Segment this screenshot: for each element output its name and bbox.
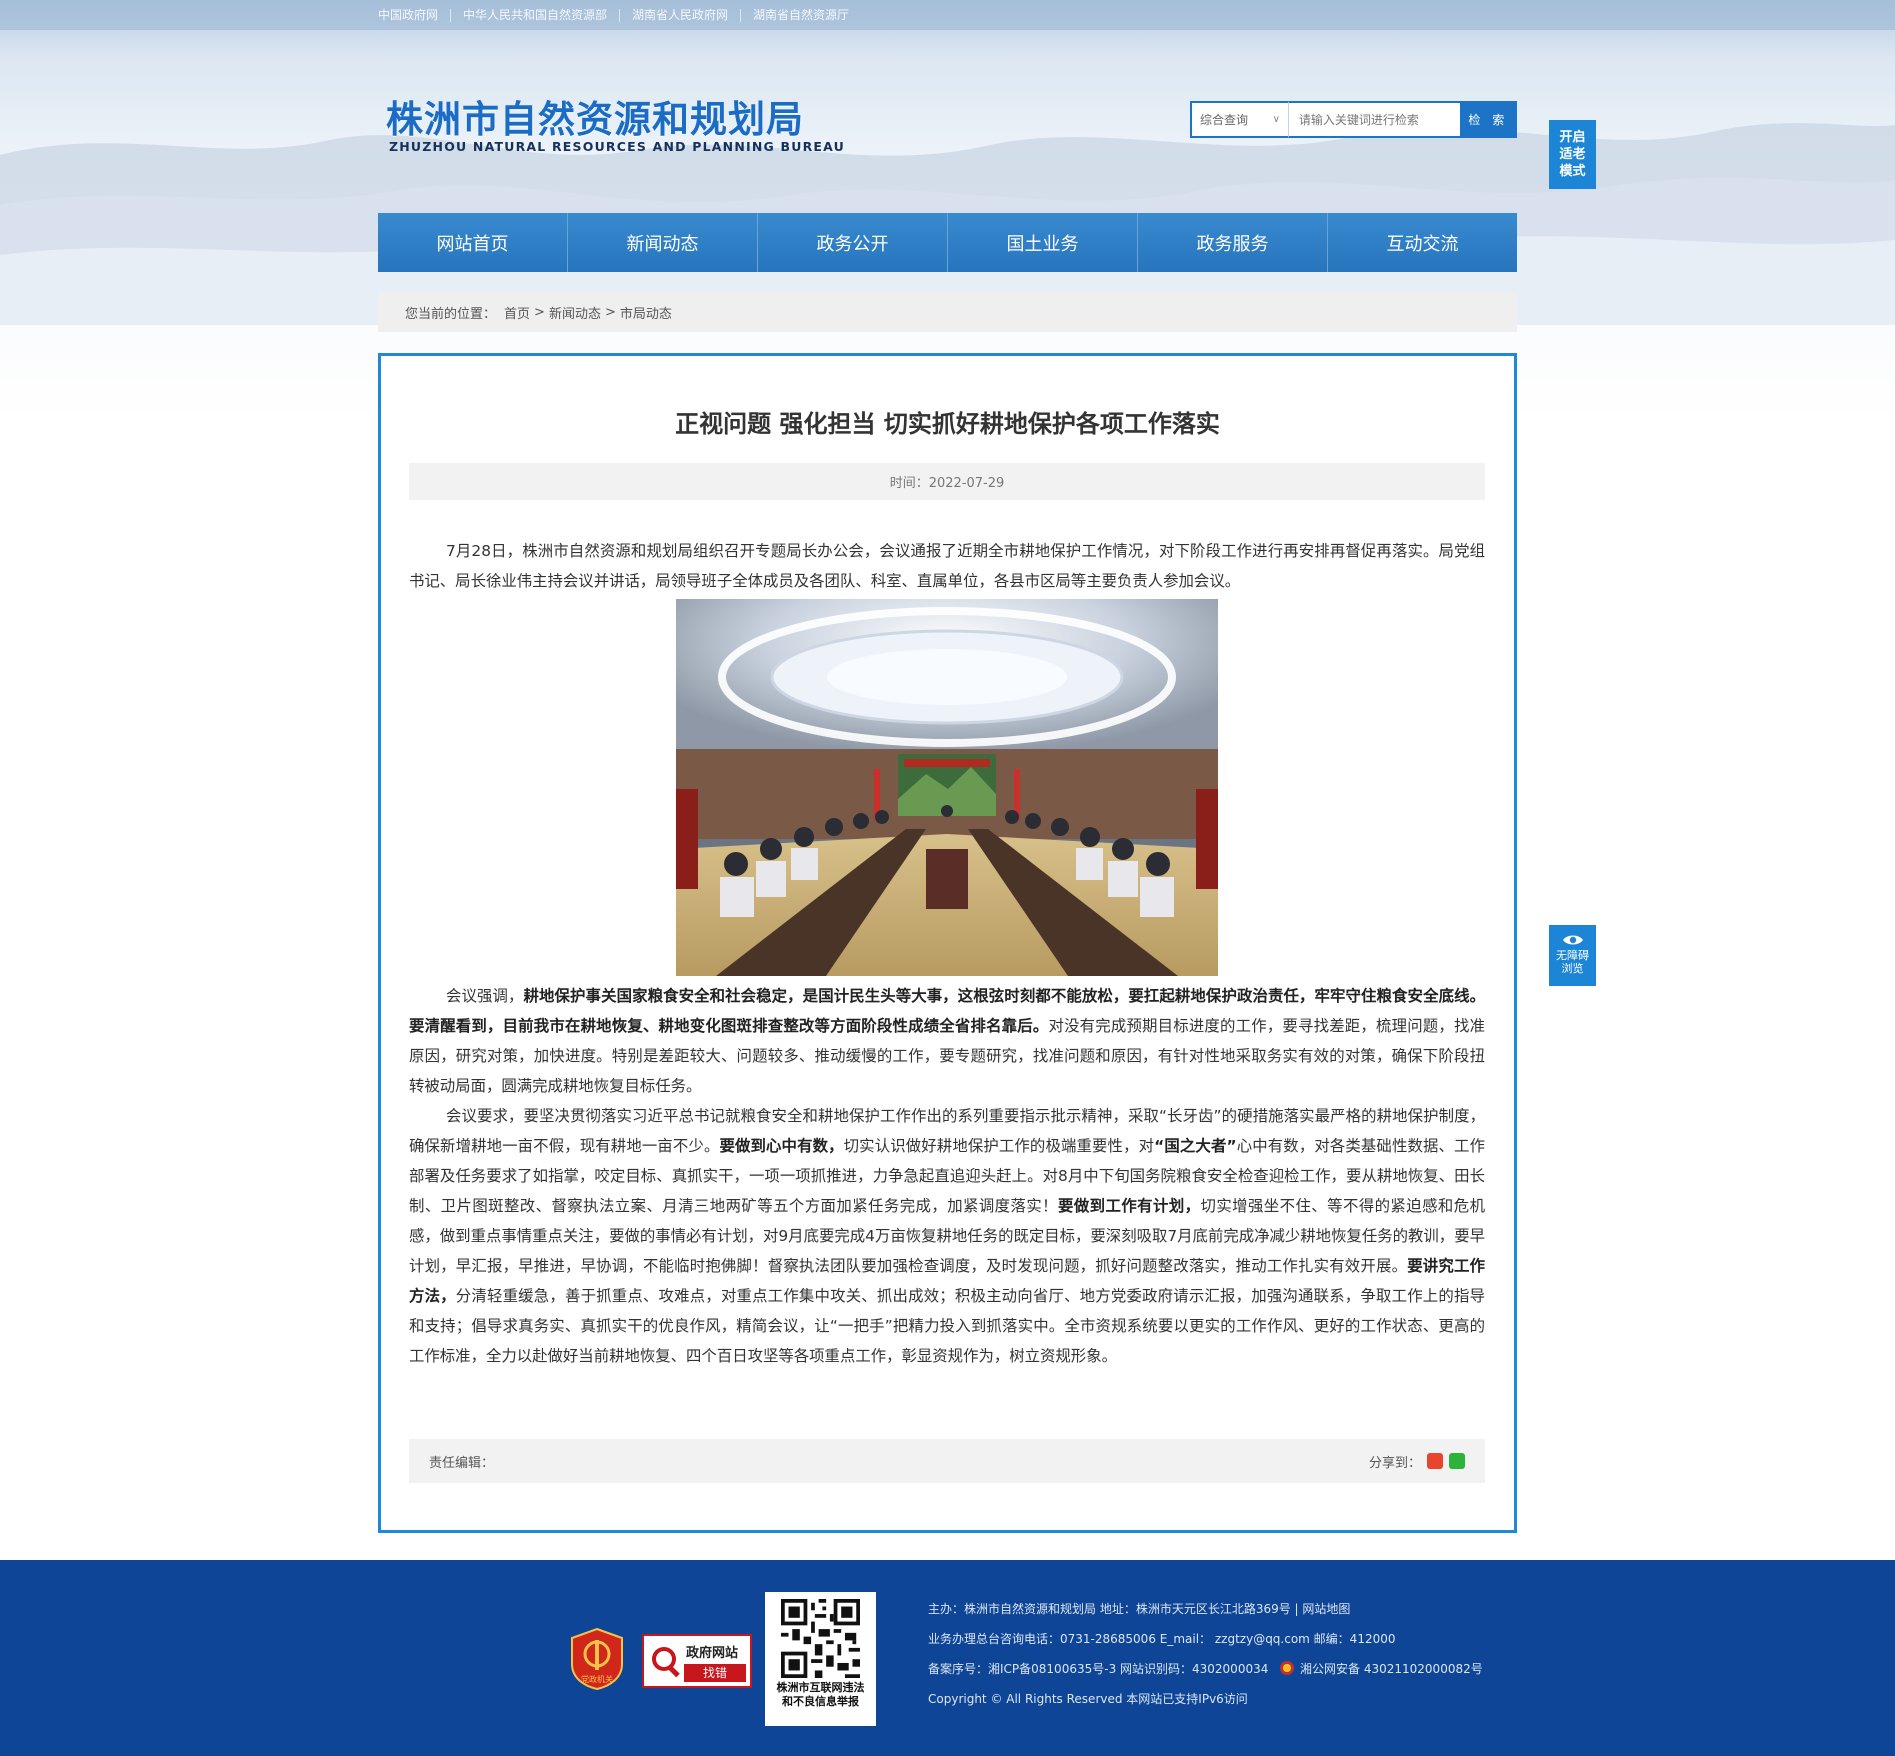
qr-code-icon (781, 1599, 860, 1678)
search-bar: 综合查询 ∨ 检 索 (1190, 101, 1517, 138)
top-link-gov-cn[interactable]: 中国政府网 (378, 8, 450, 22)
top-link-mnr[interactable]: 中华人民共和国自然资源部 (450, 8, 619, 22)
top-links: 中国政府网 中华人民共和国自然资源部 湖南省人民政府网 湖南省自然资源厅 (378, 0, 861, 30)
share-label: 分享到： (1368, 1455, 1421, 1471)
footer-contact-line: 业务办理总台咨询电话：0731-28685006 E_mail： zzgtzy@… (928, 1632, 1396, 1646)
breadcrumb-home[interactable]: 首页 (504, 303, 530, 322)
article-body: 7月28日，株洲市自然资源和规划局组织召开专题局长办公会，会议通报了近期全市耕地… (409, 536, 1485, 1371)
elder-mode-label: 开启适老模式 (1559, 130, 1586, 179)
icp-record[interactable]: 备案序号：湘ICP备08100635号-3 网站识别码：4302000034 (928, 1662, 1268, 1676)
gov-site-error-report[interactable]: 政府网站 找错 (642, 1634, 752, 1688)
magnifier-icon (652, 1647, 680, 1678)
nav-interaction[interactable]: 互动交流 (1328, 213, 1517, 272)
search-scope-select[interactable]: 综合查询 ∨ (1190, 101, 1289, 138)
qr-caption-line-2: 和不良信息举报 (782, 1695, 859, 1708)
accessible-browse-label: 无障碍浏览 (1556, 949, 1589, 975)
footer-record-line: 备案序号：湘ICP备08100635号-3 网站识别码：4302000034 湘… (928, 1654, 1483, 1684)
nav-news[interactable]: 新闻动态 (568, 213, 758, 272)
article-meta: 时间：2022-07-29 (409, 463, 1485, 500)
breadcrumb-label: 您当前的位置： (405, 306, 497, 322)
weibo-share-icon[interactable] (1427, 1453, 1443, 1469)
search-button[interactable]: 检 索 (1459, 101, 1517, 138)
site-logo-subtitle: ZHUZHOU NATURAL RESOURCES AND PLANNING B… (389, 139, 846, 154)
search-scope-value: 综合查询 (1200, 113, 1249, 127)
elder-mode-button[interactable]: 开启适老模式 (1549, 120, 1596, 189)
nav-gov-services[interactable]: 政务服务 (1138, 213, 1328, 272)
top-link-hunan-dnr[interactable]: 湖南省自然资源厅 (740, 8, 861, 22)
party-gov-badge-icon[interactable]: 党政机关 (570, 1628, 624, 1690)
main-nav: 网站首页 新闻动态 政务公开 国土业务 政务服务 互动交流 (378, 213, 1517, 272)
nav-gov-affairs[interactable]: 政务公开 (758, 213, 948, 272)
search-input[interactable] (1288, 101, 1460, 138)
breadcrumb-city-news[interactable]: 市局动态 (620, 303, 672, 322)
article-paragraph-2: 会议强调，耕地保护事关国家粮食安全和社会稳定，是国计民生头等大事，这根弦时刻都不… (409, 981, 1485, 1101)
eye-icon (1562, 935, 1583, 945)
p3-seg-6: 要做到工作有计划， (1058, 1197, 1201, 1215)
breadcrumb: 您当前的位置： 首页 > 新闻动态 > 市局动态 (378, 292, 1517, 332)
article-title: 正视问题 强化担当 切实抓好耕地保护各项工作落实 (675, 410, 1220, 438)
error-report-sub: 找错 (684, 1664, 746, 1682)
top-link-hunan-gov[interactable]: 湖南省人民政府网 (619, 8, 740, 22)
share-area: 分享到： (1369, 1452, 1465, 1471)
mountain-backdrop (0, 123, 1895, 325)
error-report-title: 政府网站 (686, 1646, 739, 1661)
top-link-bar: 中国政府网 中华人民共和国自然资源部 湖南省人民政府网 湖南省自然资源厅 (0, 0, 1895, 30)
breadcrumb-sep: > (534, 304, 545, 320)
meeting-photo (676, 599, 1218, 976)
p3-seg-9: 分清轻重缓急，善于抓重点、攻难点，对重点工作集中攻关、抓出成效；积极主动向省厅、… (409, 1287, 1485, 1365)
p3-seg-2: 要做到心中有数， (719, 1137, 844, 1155)
party-badge-label: 党政机关 (581, 1674, 613, 1684)
article-footer-bar: 责任编辑： 分享到： (409, 1439, 1485, 1483)
nav-home[interactable]: 网站首页 (378, 213, 568, 272)
responsible-editor: 责任编辑： (429, 1455, 495, 1471)
footer-host-line: 主办：株洲市自然资源和规划局 地址：株洲市天元区长江北路369号 | 网站地图 (928, 1602, 1351, 1616)
chevron-down-icon: ∨ (1272, 114, 1280, 125)
p3-seg-4: “国之大者” (1154, 1137, 1237, 1155)
p3-seg-3: 切实认识做好耕地保护工作的极端重要性，对 (843, 1137, 1155, 1155)
report-qr-box[interactable]: 株洲市互联网违法 和不良信息举报 (765, 1592, 876, 1726)
qr-caption: 株洲市互联网违法 和不良信息举报 (765, 1681, 876, 1709)
p2-seg-1: 会议强调， (445, 987, 524, 1005)
wechat-share-icon[interactable] (1449, 1453, 1465, 1469)
site-logo-title[interactable]: 株洲市自然资源和规划局 (386, 89, 804, 143)
breadcrumb-sep: > (604, 304, 616, 320)
footer-info: 主办：株洲市自然资源和规划局 地址：株洲市天元区长江北路369号 | 网站地图 … (928, 1594, 1483, 1714)
article-paragraph-3: 会议要求，要坚决贯彻落实习近平总书记就粮食安全和耕地保护工作作出的系列重要指示批… (409, 1101, 1485, 1371)
article-time: 时间：2022-07-29 (889, 476, 1005, 491)
footer-copyright: Copyright © All Rights Reserved 本网站已支持IP… (928, 1692, 1248, 1706)
police-badge-icon (1280, 1661, 1295, 1675)
public-security-record[interactable]: 湘公网安备 43021102000082号 (1300, 1662, 1483, 1676)
accessible-browse-button[interactable]: 无障碍浏览 (1549, 925, 1596, 986)
breadcrumb-news[interactable]: 新闻动态 (549, 303, 601, 322)
qr-caption-line-1: 株洲市互联网违法 (776, 1681, 865, 1694)
article-container: 正视问题 强化担当 切实抓好耕地保护各项工作落实 时间：2022-07-29 7… (378, 353, 1517, 1533)
article-paragraph-1: 7月28日，株洲市自然资源和规划局组织召开专题局长办公会，会议通报了近期全市耕地… (409, 542, 1485, 590)
nav-land-business[interactable]: 国土业务 (948, 213, 1138, 272)
